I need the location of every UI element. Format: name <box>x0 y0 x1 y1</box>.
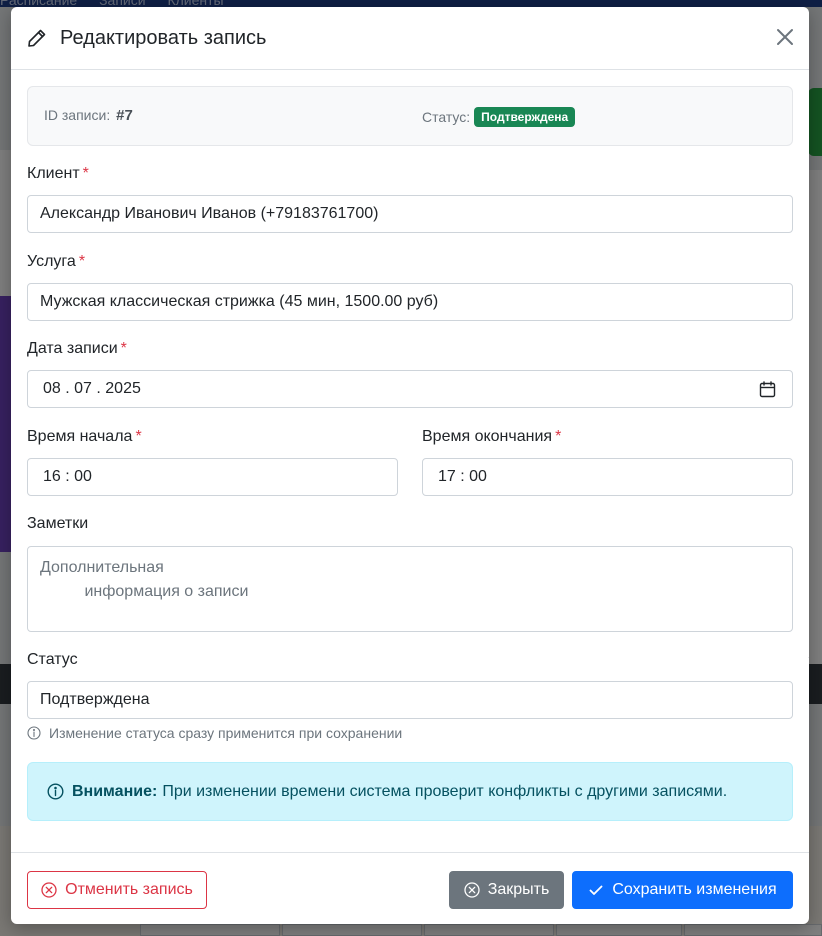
notes-label: Заметки <box>27 515 89 532</box>
time-conflict-alert: Внимание: При изменении времени система … <box>27 762 793 821</box>
resize-grip-icon[interactable] <box>780 619 809 659</box>
client-label: Клиент * <box>27 165 89 182</box>
date-label: Дата записи * <box>27 340 127 357</box>
save-changes-button[interactable]: Сохранить изменения <box>572 871 793 909</box>
modal-footer: Отменить запись Закрыть Сохранить измене… <box>11 852 809 924</box>
alert-title: Внимание: <box>72 782 158 800</box>
close-button[interactable]: Закрыть <box>449 871 564 909</box>
status-help-text: Изменение статуса сразу применится при с… <box>27 725 402 741</box>
check-icon <box>588 882 604 898</box>
x-circle-icon <box>464 882 480 898</box>
modal-body: ID записи: #7 Статус: Подтверждена <box>11 70 809 146</box>
status-label: Статус <box>27 651 78 668</box>
status-select[interactable]: Подтверждена <box>27 681 793 719</box>
booking-info-box: ID записи: #7 Статус: Подтверждена <box>27 86 793 146</box>
x-circle-icon <box>41 882 57 898</box>
close-icon[interactable] <box>775 27 795 47</box>
edit-booking-modal: Редактировать запись ID записи: #7 Стату… <box>11 7 809 924</box>
status-badge: Подтверждена <box>474 107 576 127</box>
info-circle-icon <box>27 726 41 740</box>
notes-textarea[interactable]: Дополнительная информация о записи <box>27 546 809 659</box>
booking-id: ID записи: #7 <box>44 107 133 124</box>
calendar-icon[interactable] <box>759 381 776 398</box>
end-time-input[interactable]: 17 : 00 <box>422 458 793 496</box>
modal-header: Редактировать запись <box>11 7 809 70</box>
client-select[interactable]: Александр Иванович Иванов (+79183761700) <box>27 195 793 233</box>
cancel-booking-button[interactable]: Отменить запись <box>27 871 207 909</box>
service-label: Услуга * <box>27 253 86 270</box>
service-select[interactable]: Мужская классическая стрижка (45 мин, 15… <box>27 283 793 321</box>
start-time-input[interactable]: 16 : 00 <box>27 458 398 496</box>
notes-placeholder: Дополнительная информация о записи <box>40 559 249 600</box>
date-input[interactable]: 08 . 07 . 2025 <box>27 370 793 408</box>
end-time-label: Время окончания * <box>422 428 562 445</box>
booking-status: Статус: Подтверждена <box>422 107 576 127</box>
alert-text: При изменении времени система проверит к… <box>162 782 728 800</box>
booking-id-value: #7 <box>116 107 133 124</box>
start-time-label: Время начала * <box>27 428 142 445</box>
modal-title: Редактировать запись <box>60 26 267 49</box>
pencil-icon <box>27 28 47 48</box>
info-circle-icon <box>47 783 64 800</box>
